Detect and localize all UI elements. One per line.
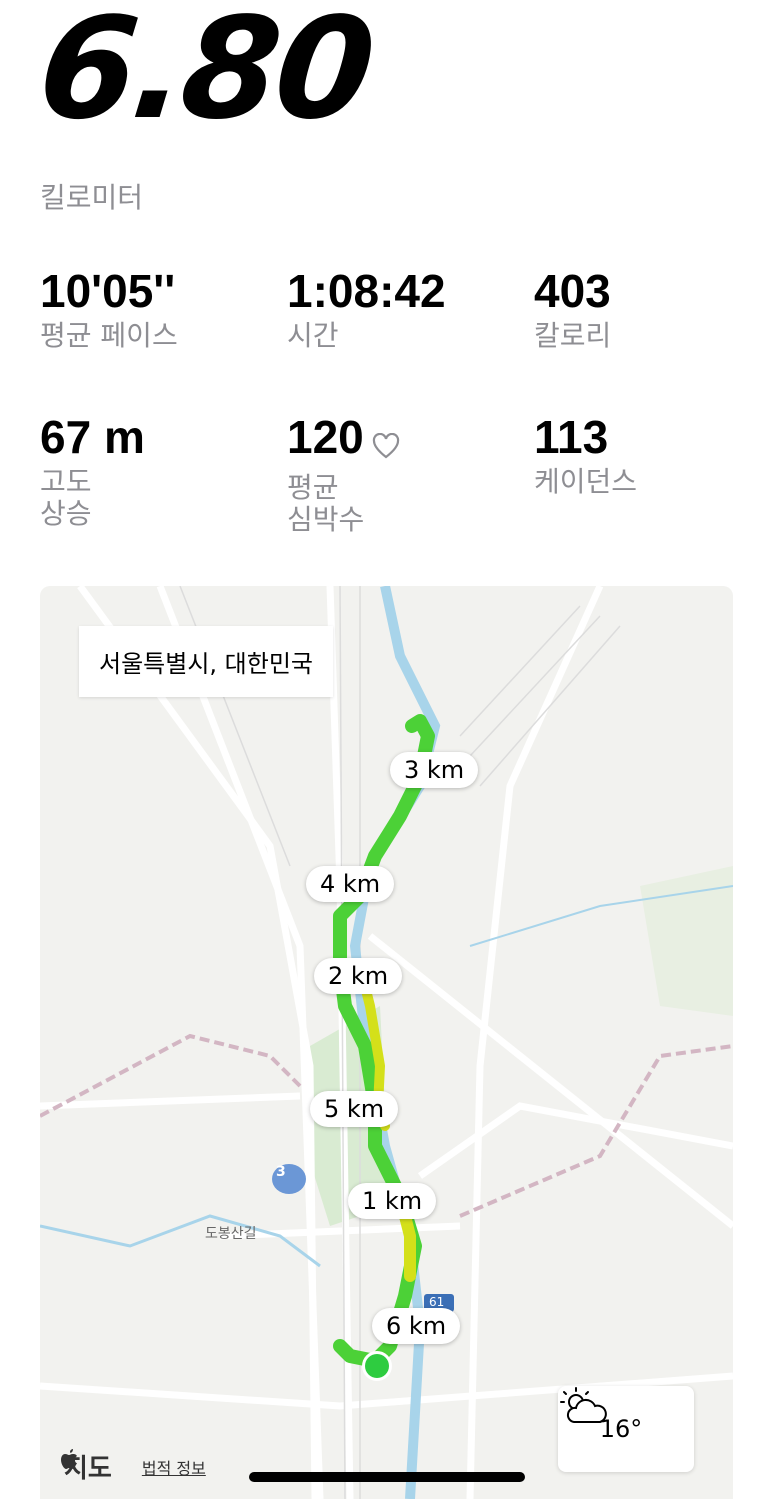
stat-label: 평균 페이스 — [40, 319, 178, 352]
km-marker: 6 km — [372, 1308, 461, 1344]
stat-value: 10'05'' — [40, 265, 176, 317]
stat-label: 케이던스 — [534, 465, 638, 498]
stat-label: 고도 상승 — [40, 465, 92, 530]
stat-cadence: 113 케이던스 — [534, 412, 637, 498]
km-marker: 5 km — [310, 1091, 399, 1127]
stat-value: 67 m — [40, 411, 145, 463]
map-canvas — [40, 586, 733, 1499]
location-label: 서울특별시, 대한민국 — [79, 626, 333, 697]
maps-attribution: 지도 법적 정보 — [60, 1448, 206, 1485]
stat-label: 시간 — [287, 319, 339, 352]
km-marker: 3 km — [390, 752, 479, 788]
stat-value: 113 — [534, 411, 609, 463]
legal-info-link[interactable]: 법적 정보 — [142, 1455, 206, 1479]
distance-unit: 킬로미터 — [40, 181, 144, 214]
highway-shield-label: 3 — [276, 1164, 286, 1180]
km-marker: 1 km — [348, 1183, 437, 1219]
weather-badge: 16° — [558, 1386, 694, 1472]
stat-label: 칼로리 — [534, 319, 612, 352]
stat-avg-pace: 10'05'' 평균 페이스 — [40, 266, 178, 352]
highway-shield-label: 61 — [429, 1295, 445, 1309]
km-marker: 4 km — [306, 866, 395, 902]
route-map[interactable]: 3 61 도봉산길 서울특별시, 대한민국 3 km 4 km 2 km 5 k… — [40, 586, 733, 1499]
km-marker: 2 km — [314, 958, 403, 994]
stat-avg-heart-rate: 120 평균 심박수 — [287, 412, 400, 536]
stat-value: 1:08:42 — [287, 265, 446, 317]
distance-value: 6.80 — [31, 0, 379, 151]
stat-calories: 403 칼로리 — [534, 266, 611, 352]
home-indicator[interactable] — [249, 1472, 525, 1482]
stat-time: 1:08:42 시간 — [287, 266, 446, 352]
road-label: 도봉산길 — [205, 1226, 257, 1242]
stat-label: 평균 심박수 — [287, 471, 365, 536]
heart-outline-icon — [372, 418, 400, 468]
stat-value: 120 — [287, 411, 364, 463]
stat-value: 403 — [534, 265, 611, 317]
stat-elevation-gain: 67 m 고도 상승 — [40, 412, 145, 530]
